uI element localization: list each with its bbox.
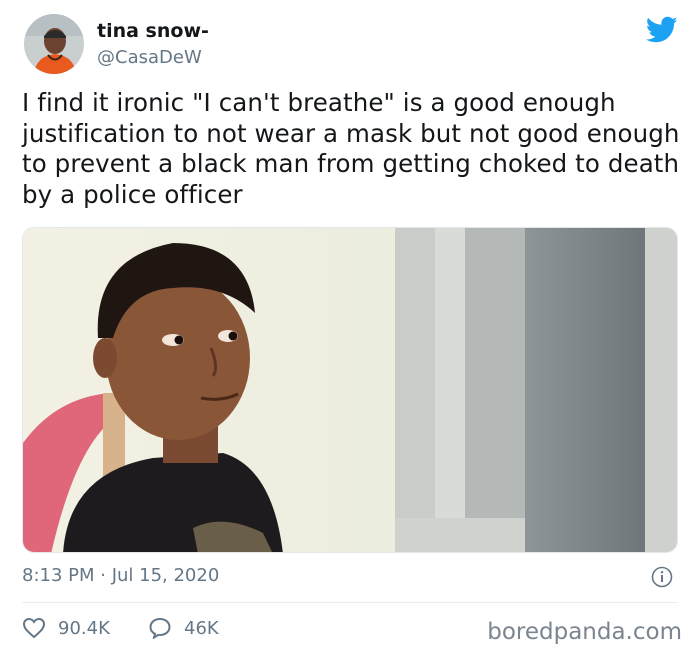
tweet-text: I find it ironic "I can't breathe" is a … (22, 88, 680, 209)
tweet-media-photo[interactable] (22, 227, 678, 553)
info-icon[interactable] (651, 566, 673, 588)
like-button[interactable]: 90.4K (22, 617, 110, 639)
author-display-name[interactable]: tina snow- (97, 20, 209, 42)
like-count: 90.4K (58, 617, 110, 639)
tweet-timestamp[interactable]: 8:13 PM · Jul 15, 2020 (22, 565, 219, 586)
author-handle[interactable]: @CasaDeW (97, 47, 202, 68)
twitter-bird-icon[interactable] (645, 16, 678, 44)
avatar[interactable] (24, 14, 84, 74)
speech-bubble-icon (149, 617, 171, 639)
watermark-text: boredpanda.com (487, 619, 682, 645)
reply-button[interactable]: 46K (148, 617, 219, 639)
heart-icon (22, 617, 46, 639)
reply-count: 46K (184, 617, 219, 639)
divider (22, 602, 678, 603)
